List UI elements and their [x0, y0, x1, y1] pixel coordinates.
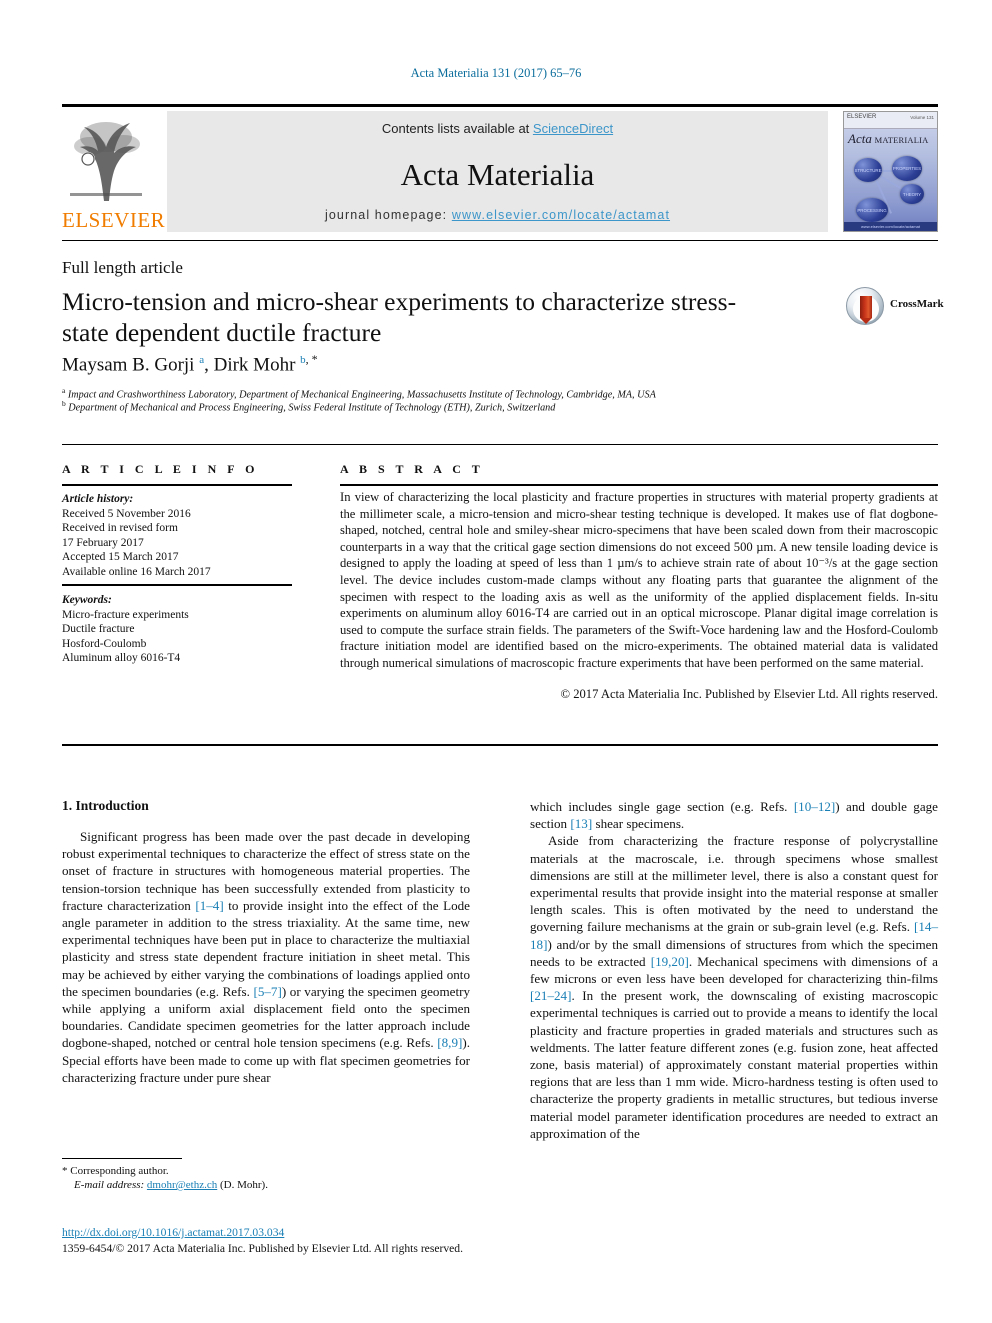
- affiliation-b: b Department of Mechanical and Process E…: [62, 399, 555, 413]
- history-item: Received in revised form: [62, 522, 178, 535]
- abstract-heading-rule: [340, 484, 938, 486]
- email-link[interactable]: dmohr@ethz.ch: [147, 1179, 217, 1191]
- corresponding-author-note: * Corresponding author.: [62, 1164, 482, 1178]
- info-block-top-rule: [62, 444, 938, 445]
- history-item: Available online 16 March 2017: [62, 565, 211, 578]
- cover-node-properties: PROPERTIES: [892, 156, 922, 181]
- crossmark-icon: [846, 287, 884, 325]
- body-column-right: which includes single gage section (e.g.…: [530, 798, 938, 1142]
- journal-title: Acta Materialia: [400, 157, 595, 192]
- body-column-left: Significant progress has been made over …: [62, 828, 470, 1086]
- abstract-copyright: © 2017 Acta Materialia Inc. Published by…: [560, 686, 939, 701]
- history-item: Accepted 15 March 2017: [62, 551, 179, 564]
- section-heading-introduction: 1. Introduction: [62, 798, 149, 813]
- cover-issue-line: Volume 131: [910, 115, 934, 120]
- paragraph: which includes single gage section (e.g.…: [530, 799, 938, 832]
- corresponding-author-text: Corresponding author.: [70, 1165, 169, 1177]
- page-title: Micro-tension and micro-shear experiment…: [62, 287, 737, 347]
- elsevier-logo: ELSEVIER: [62, 111, 166, 232]
- email-note: E-mail address: dmohr@ethz.ch (D. Mohr).: [62, 1178, 482, 1192]
- journal-article-page: Acta Materialia 131 (2017) 65–76 ELSEVIE…: [0, 0, 992, 1323]
- cover-title-big: Acta: [848, 131, 872, 146]
- article-history-label: Article history:: [62, 493, 134, 505]
- elsevier-wordmark: ELSEVIER: [62, 208, 166, 232]
- keywords-column: Keywords: Micro-fracture experiments Duc…: [62, 593, 292, 666]
- email-label: E-mail address:: [74, 1179, 145, 1191]
- footnote-block: * Corresponding author. E-mail address: …: [62, 1164, 482, 1192]
- affiliation-b-text: Department of Mechanical and Process Eng…: [68, 402, 556, 414]
- author-list: Maysam B. Gorji a, Dirk Mohr b, *: [62, 352, 318, 376]
- cover-publisher-mark: ELSEVIER: [847, 114, 877, 120]
- elsevier-tree-icon: [66, 113, 146, 203]
- sciencedirect-link[interactable]: ScienceDirect: [533, 121, 613, 136]
- crossmark-label: CrossMark: [890, 298, 944, 310]
- paragraph: Aside from characterizing the fracture r…: [530, 833, 938, 1141]
- sciencedirect-panel: Contents lists available at ScienceDirec…: [167, 111, 828, 232]
- keyword-item: Ductile fracture: [62, 623, 135, 636]
- keyword-item: Micro-fracture experiments: [62, 608, 189, 621]
- footnote-rule: [62, 1158, 182, 1159]
- affiliation-marker-a: a: [62, 386, 66, 395]
- article-type-label: Full length article: [62, 258, 183, 277]
- article-info-heading: A R T I C L E I N F O: [62, 462, 259, 476]
- abstract-heading: A B S T R A C T: [340, 462, 484, 476]
- abstract-text: In view of characterizing the local plas…: [340, 490, 938, 670]
- masthead-bottom-rule: [62, 240, 938, 241]
- history-item: 17 February 2017: [62, 536, 144, 549]
- email-suffix: (D. Mohr).: [219, 1179, 268, 1191]
- cover-node-processing: PROCESSING: [856, 198, 888, 222]
- cover-title-small: MATERIALIA: [874, 135, 929, 145]
- contents-line: Contents lists available at ScienceDirec…: [167, 121, 828, 136]
- affiliation-marker-b: b: [62, 399, 66, 408]
- cover-footer: www.elsevier.com/locate/actamat: [844, 222, 937, 231]
- keyword-item: Hosford-Coulomb: [62, 637, 147, 650]
- abstract-bottom-rule: [62, 744, 938, 746]
- journal-cover-thumbnail: ELSEVIER Volume 131 Acta MATERIALIA STRU…: [843, 111, 938, 232]
- journal-homepage-line: journal homepage: www.elsevier.com/locat…: [167, 208, 828, 222]
- keywords-label: Keywords:: [62, 594, 112, 606]
- cover-node-structure: STRUCTURE: [854, 158, 882, 182]
- contents-label: Contents lists available at: [381, 121, 533, 136]
- homepage-label: journal homepage:: [324, 208, 452, 222]
- abstract-body: In view of characterizing the local plas…: [340, 489, 938, 702]
- keywords-separator-rule: [62, 584, 292, 586]
- journal-homepage-link[interactable]: www.elsevier.com/locate/actamat: [452, 208, 670, 222]
- doi-link[interactable]: http://dx.doi.org/10.1016/j.actamat.2017…: [62, 1226, 284, 1239]
- journal-masthead: ELSEVIER Contents lists available at Sci…: [62, 104, 938, 232]
- paragraph: Significant progress has been made over …: [62, 829, 470, 1085]
- history-item: Received 5 November 2016: [62, 507, 191, 520]
- corresponding-author-marker: *: [62, 1165, 68, 1177]
- masthead-top-rule: [62, 104, 938, 107]
- footer-copyright: 1359-6454/© 2017 Acta Materialia Inc. Pu…: [62, 1242, 463, 1255]
- info-heading-rule: [62, 484, 292, 486]
- cover-node-theory: THEORY: [900, 184, 924, 204]
- crossmark-badge[interactable]: CrossMark: [846, 285, 944, 327]
- cover-title: Acta MATERIALIA: [848, 131, 936, 147]
- running-head: Acta Materialia 131 (2017) 65–76: [410, 66, 582, 80]
- crossmark-bookmark-icon: [860, 296, 872, 324]
- article-info-column: Article history: Received 5 November 201…: [62, 492, 292, 580]
- keyword-item: Aluminum alloy 6016-T4: [62, 652, 181, 665]
